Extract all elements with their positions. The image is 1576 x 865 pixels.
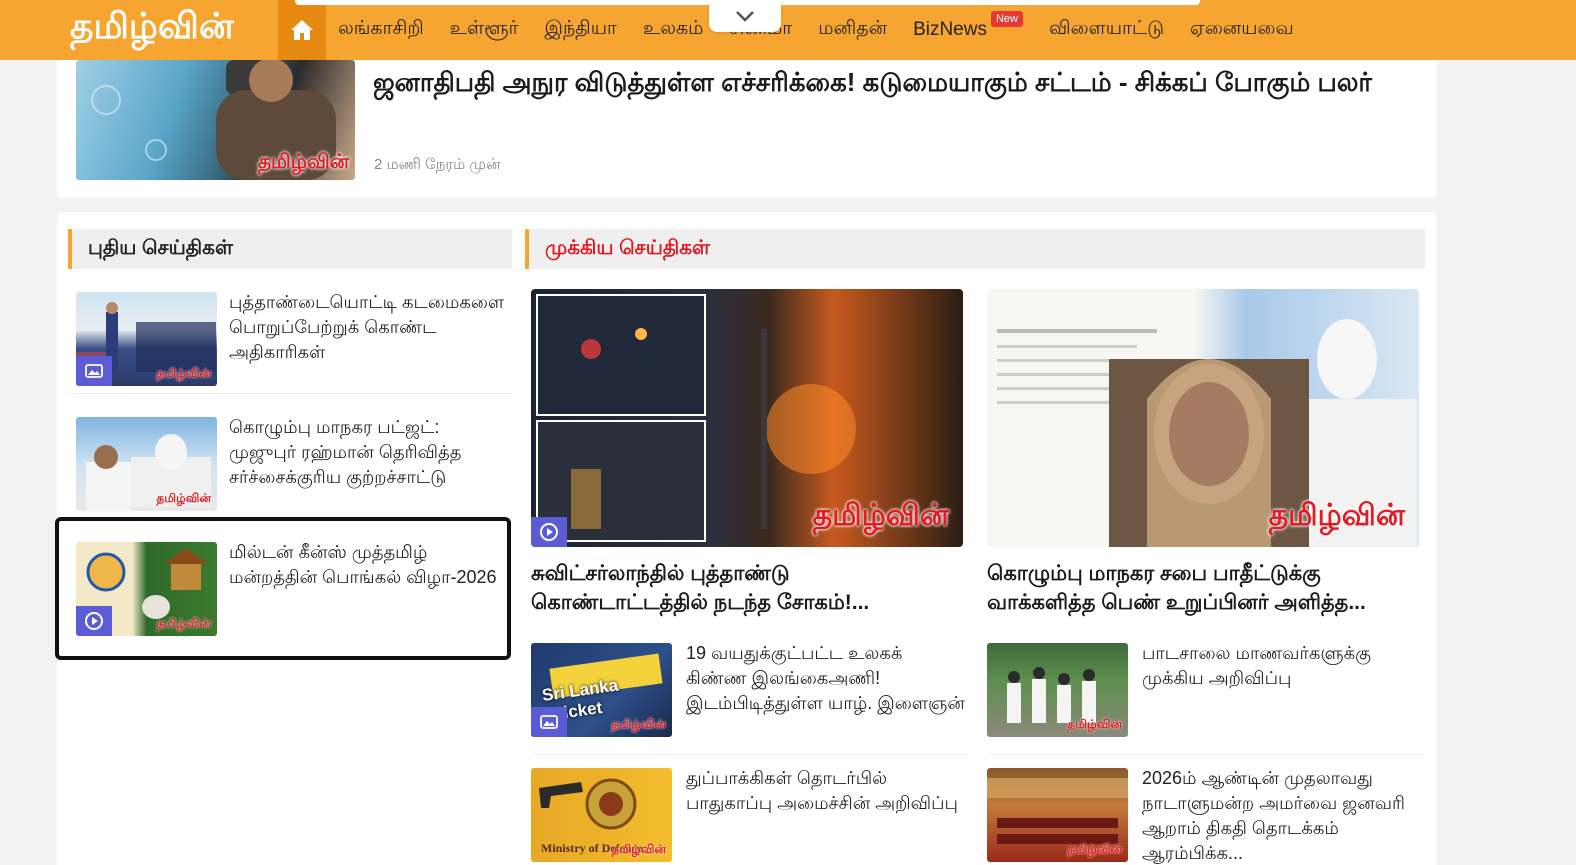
nav-label: இந்தியா bbox=[544, 18, 617, 39]
news-title[interactable]: பாடசாலை மாணவர்களுக்கு முக்கிய அறிவிப்பு bbox=[1142, 641, 1422, 691]
news-title[interactable]: கொழும்பு மாநகர சபை பாதீட்டுக்கு வாக்களித… bbox=[987, 559, 1419, 617]
watermark-logo: தமிழ்வின் bbox=[1067, 842, 1122, 856]
nav-label: BizNews bbox=[913, 19, 987, 40]
top-news-small-item[interactable]: தமிழ்வின் பாடசாலை மாணவர்களுக்கு முக்கிய … bbox=[987, 643, 1424, 755]
watermark-logo: தமிழ்வின் bbox=[812, 499, 949, 532]
nav-label: உலகம் bbox=[642, 18, 704, 39]
news-thumbnail: தமிழ்வின் bbox=[76, 292, 217, 386]
news-title[interactable]: 2026ம் ஆண்டின் முதலாவது நாடாளுமன்ற அமர்வ… bbox=[1142, 766, 1422, 865]
watermark-logo: தமிழ்வின் bbox=[611, 717, 666, 731]
nav-item-sports[interactable]: விளையாட்டு bbox=[1049, 18, 1164, 42]
image-gallery-icon bbox=[540, 715, 558, 729]
news-thumbnail: Ministry of Defence தமிழ்வின் bbox=[531, 768, 672, 862]
news-title[interactable]: சுவிட்சர்லாந்தில் புத்தாண்டு கொண்டாட்டத்… bbox=[531, 559, 963, 617]
featured-article-title[interactable]: ஜனாதிபதி அநுர விடுத்துள்ள எச்சரிக்கை! கட… bbox=[373, 64, 1403, 100]
news-thumbnail: தமிழ்வின் bbox=[987, 643, 1128, 737]
home-icon bbox=[291, 20, 313, 40]
news-title[interactable]: புத்தாண்டையொட்டி கடமைகளை பொறுப்பேற்றுக் … bbox=[229, 290, 505, 365]
selection-highlight-box bbox=[55, 517, 511, 660]
main-nav: லங்காசிறி உள்ளூர் இந்தியா உலகம் சினிமா ம… bbox=[338, 0, 1320, 60]
news-thumbnail: தமிழ்வின் bbox=[76, 417, 217, 511]
news-title[interactable]: கொழும்பு மாநகர பட்ஜட்: முஜுபுர் ரஹ்மான் … bbox=[229, 415, 505, 490]
new-badge: New bbox=[990, 11, 1023, 27]
news-title[interactable]: 19 வயதுக்குட்பட்ட உலகக் கிண்ண இலங்கைஅணி!… bbox=[686, 641, 966, 716]
latest-news-heading: புதிய செய்திகள் bbox=[68, 229, 512, 269]
top-news-small-item[interactable]: Ministry of Defence தமிழ்வின் துப்பாக்கி… bbox=[531, 768, 968, 865]
site-logo[interactable]: தமிழ்வின் bbox=[70, 6, 234, 52]
nav-label: விளையாட்டு bbox=[1048, 18, 1165, 39]
gallery-badge bbox=[76, 356, 112, 386]
news-thumbnail: தமிழ்வின் bbox=[987, 768, 1128, 862]
image-gallery-icon bbox=[85, 364, 103, 378]
nav-item-india[interactable]: இந்தியா bbox=[544, 18, 616, 42]
top-navbar: தமிழ்வின் லங்காசிறி உள்ளூர் இந்தியா உலகம… bbox=[0, 0, 1576, 60]
watermark-logo: தமிழ்வின் bbox=[156, 491, 211, 505]
news-thumbnail: Sri Lanka Cricket தமிழ்வின் bbox=[531, 643, 672, 737]
play-icon bbox=[540, 523, 558, 541]
nav-label: உள்ளூர் bbox=[449, 18, 519, 39]
top-news-small-item[interactable]: தமிழ்வின் 2026ம் ஆண்டின் முதலாவது நாடாளு… bbox=[987, 768, 1424, 865]
nav-label: மனிதன் bbox=[818, 18, 888, 39]
latest-news-item[interactable]: தமிழ்வின் கொழும்பு மாநகர பட்ஜட்: முஜுபுர… bbox=[68, 405, 512, 519]
watermark-logo: தமிழ்வின் bbox=[1268, 499, 1405, 532]
video-badge bbox=[531, 517, 567, 547]
watermark-logo: தமிழ்வின் bbox=[156, 366, 211, 380]
nav-item-world[interactable]: உலகம் bbox=[643, 18, 703, 42]
top-news-small-item[interactable]: Sri Lanka Cricket தமிழ்வின் 19 வயதுக்குட… bbox=[531, 643, 968, 755]
watermark-logo: தமிழ்வின் bbox=[1067, 717, 1122, 731]
watermark-logo: தமிழ்வின் bbox=[258, 151, 349, 173]
watermark-logo: தமிழ்வின் bbox=[611, 842, 666, 856]
featured-article-image[interactable]: தமிழ்வின் bbox=[76, 60, 355, 180]
gallery-badge bbox=[531, 707, 567, 737]
featured-article-time: 2 மணி நேரம் முன் bbox=[374, 156, 501, 173]
nav-item-others[interactable]: ஏனையவை bbox=[1190, 18, 1294, 42]
nav-item-manithan[interactable]: மனிதன் bbox=[818, 18, 887, 42]
chevron-down-icon bbox=[736, 11, 754, 22]
nav-item-local[interactable]: உள்ளூர் bbox=[450, 18, 519, 42]
nav-label: ஏனையவை bbox=[1190, 18, 1294, 39]
top-news-heading: முக்கிய செய்திகள் bbox=[525, 229, 1425, 269]
home-button[interactable] bbox=[278, 0, 326, 60]
expand-toggle[interactable] bbox=[709, 0, 781, 32]
latest-news-item[interactable]: தமிழ்வின் புத்தாண்டையொட்டி கடமைகளை பொறுப… bbox=[68, 280, 512, 394]
nav-item-lankasri[interactable]: லங்காசிறி bbox=[338, 18, 424, 42]
news-image: தமிழ்வின் bbox=[531, 289, 963, 547]
nav-item-biznews[interactable]: BizNews New bbox=[913, 11, 1023, 41]
news-image: தமிழ்வின் bbox=[987, 289, 1419, 547]
nav-label: லங்காசிறி bbox=[338, 18, 424, 39]
news-title[interactable]: துப்பாக்கிகள் தொடர்பில் பாதுகாப்பு அமைச்… bbox=[686, 766, 966, 816]
